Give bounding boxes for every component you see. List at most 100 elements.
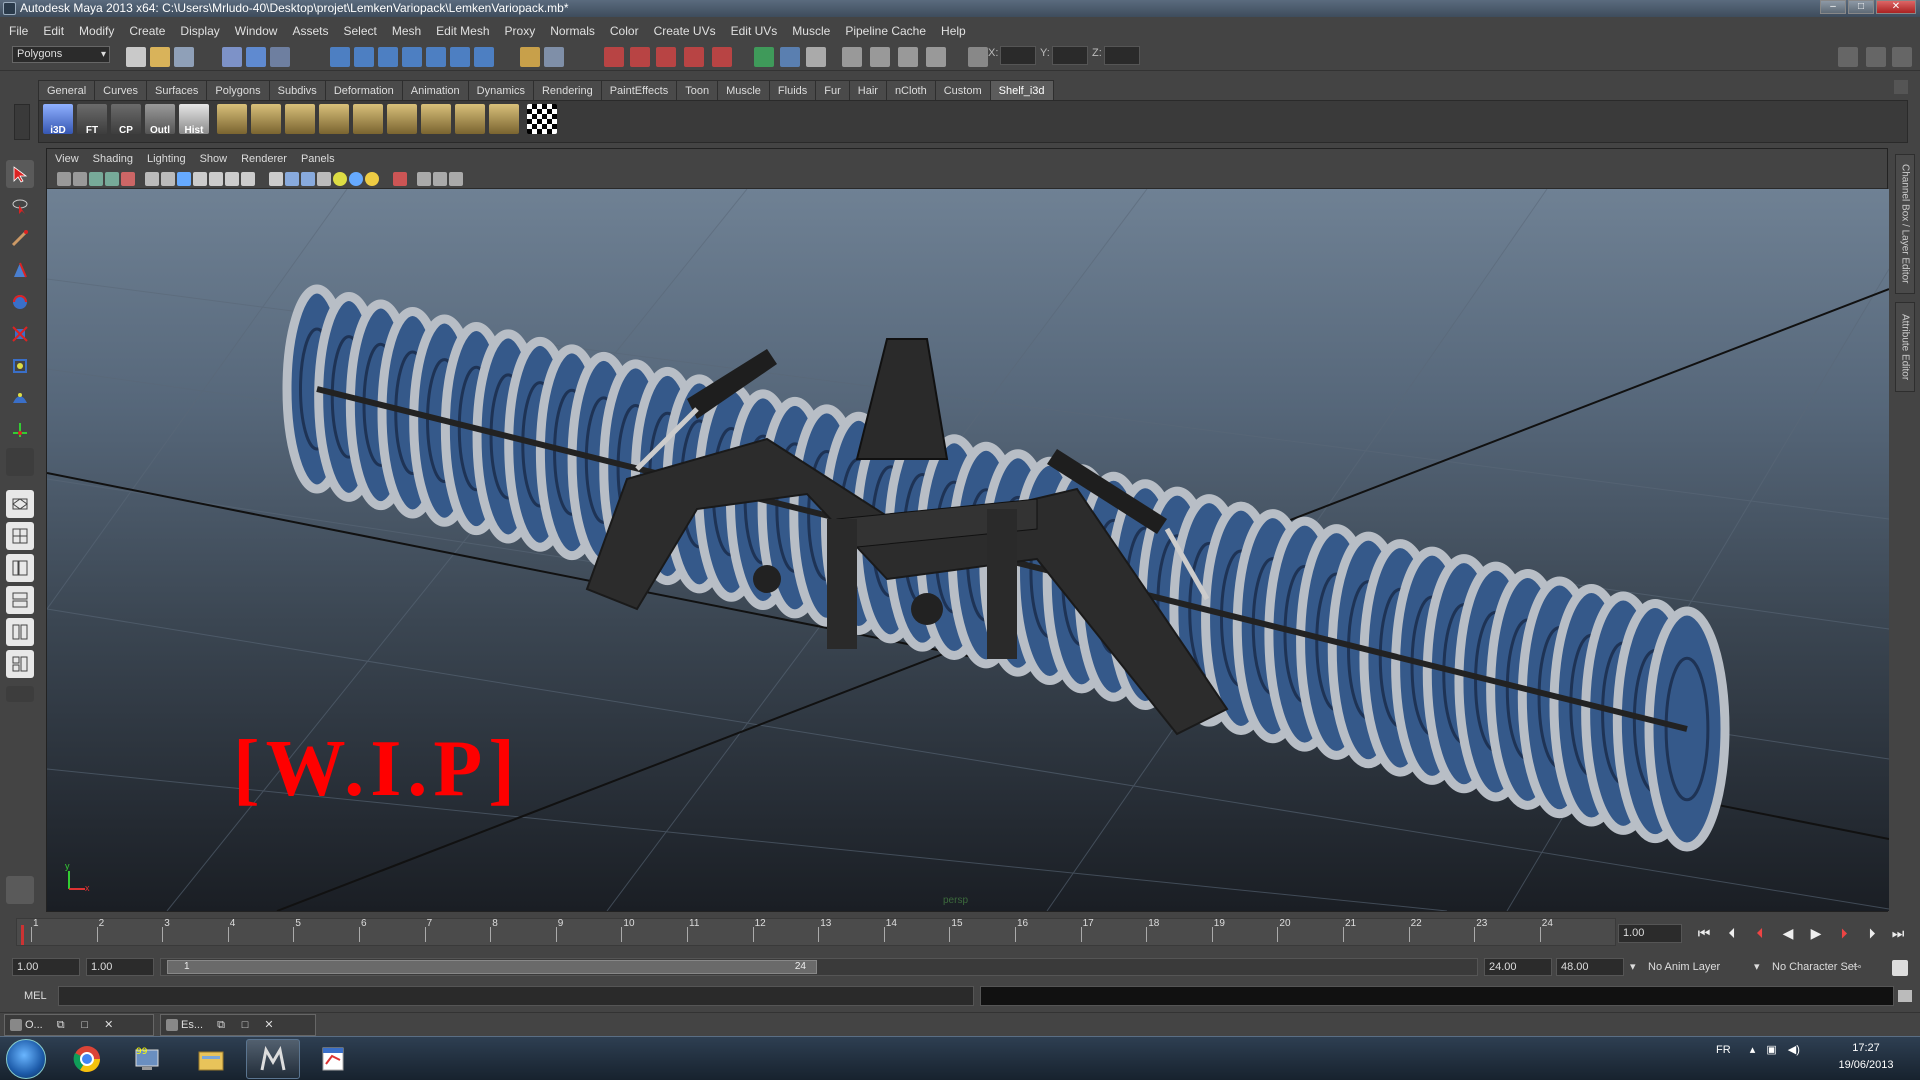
volume-icon[interactable]: ◀) — [1788, 1044, 1800, 1056]
panel-menu-renderer[interactable]: Renderer — [241, 153, 287, 165]
shelf-delete-history-icon[interactable]: Hist — [179, 104, 209, 136]
history-icon[interactable] — [544, 47, 564, 67]
panel-menu-show[interactable]: Show — [200, 153, 228, 165]
minimized-window-2[interactable]: Es... ⧉ □ ✕ — [160, 1014, 316, 1036]
step-forward-frame-icon[interactable]: ⏵ — [1860, 925, 1884, 942]
panel-menu-view[interactable]: View — [55, 153, 79, 165]
shelf-tab-toon[interactable]: Toon — [676, 80, 719, 100]
time-slider[interactable]: 1 2 3 4 5 6 7 8 9 10 11 12 13 14 15 16 17 18 19 20 21 22 23 24 — [16, 918, 1616, 946]
shelf-tab-animation[interactable]: Animation — [401, 80, 469, 100]
start-button-icon[interactable] — [6, 1039, 46, 1079]
attribute-editor-tab[interactable]: Attribute Editor — [1895, 302, 1915, 392]
menu-mesh[interactable]: Mesh — [392, 24, 421, 38]
panel-menu-lighting[interactable]: Lighting — [147, 153, 186, 165]
go-to-start-icon[interactable]: ⏮ — [1692, 925, 1716, 942]
shelf-tab-deformation[interactable]: Deformation — [324, 80, 403, 100]
menu-file[interactable]: File — [9, 24, 28, 38]
open-scene-icon[interactable] — [150, 47, 170, 67]
persp-outliner-graph-layout-icon[interactable] — [6, 650, 34, 678]
soft-mod-tool-icon[interactable] — [6, 384, 34, 412]
select-component-icon[interactable] — [270, 47, 290, 67]
spreadsheet-taskbar-icon[interactable] — [306, 1039, 360, 1079]
channel-box-tab[interactable]: Channel Box / Layer Editor — [1895, 154, 1915, 294]
scale-tool-icon[interactable] — [6, 320, 34, 348]
smooth-shade-icon[interactable] — [285, 172, 299, 186]
two-d-pan-zoom-icon[interactable] — [121, 172, 135, 186]
rotate-tool-icon[interactable] — [6, 288, 34, 316]
shelf-checker-icon[interactable] — [527, 104, 557, 134]
shelf-poly-helix-icon[interactable] — [455, 104, 485, 134]
resolution-gate-icon[interactable] — [177, 172, 191, 186]
command-input[interactable] — [58, 986, 974, 1006]
menu-set-dropdown[interactable]: Polygons — [12, 46, 110, 63]
snap-curve-icon[interactable] — [354, 47, 374, 67]
shelf-tab-polygons[interactable]: Polygons — [206, 80, 270, 100]
shelf-tab-dynamics[interactable]: Dynamics — [467, 80, 534, 100]
transform-field-icon[interactable] — [968, 47, 988, 67]
shelf-tab-rendering[interactable]: Rendering — [532, 80, 602, 100]
graph-editor-icon[interactable] — [926, 47, 946, 67]
film-gate-icon[interactable] — [161, 172, 175, 186]
shelf-tab-custom[interactable]: Custom — [934, 80, 991, 100]
menu-edit-mesh[interactable]: Edit Mesh — [436, 24, 489, 38]
mel-help-icon[interactable] — [6, 876, 34, 904]
network-icon[interactable]: ▣ — [1766, 1044, 1776, 1056]
step-back-key-icon[interactable]: ⏴ — [1748, 925, 1772, 942]
snap-surface-icon[interactable] — [426, 47, 446, 67]
outliner-icon[interactable] — [898, 47, 918, 67]
menu-assets[interactable]: Assets — [292, 24, 328, 38]
textured-icon[interactable] — [317, 172, 331, 186]
shelf-tab-subdivs[interactable]: Subdivs — [268, 80, 326, 100]
go-to-end-icon[interactable]: ⏭ — [1886, 925, 1910, 942]
single-pane-layout-icon[interactable] — [6, 490, 34, 518]
menu-proxy[interactable]: Proxy — [505, 24, 536, 38]
render-icon[interactable] — [604, 47, 624, 67]
menu-create-uvs[interactable]: Create UVs — [654, 24, 716, 38]
camera-attributes-icon[interactable] — [73, 172, 87, 186]
shelf-tab-curves[interactable]: Curves — [94, 80, 147, 100]
input-output-icon[interactable] — [520, 47, 540, 67]
shelf-tab-muscle[interactable]: Muscle — [717, 80, 770, 100]
universal-manipulator-icon[interactable] — [6, 352, 34, 380]
xray-components-icon[interactable] — [449, 172, 463, 186]
gate-mask-icon[interactable] — [193, 172, 207, 186]
perspective-viewport[interactable]: View Shading Lighting Show Renderer Pane… — [46, 148, 1889, 912]
play-backwards-icon[interactable]: ◀ — [1776, 925, 1800, 942]
render-settings-icon[interactable] — [656, 47, 676, 67]
select-hierarchy-icon[interactable] — [222, 47, 242, 67]
shelf-poly-cube-icon[interactable] — [251, 104, 281, 134]
restore-icon[interactable]: ⧉ — [215, 1015, 227, 1035]
ambient-occlusion-icon[interactable] — [365, 172, 379, 186]
x-field[interactable] — [1000, 46, 1036, 65]
range-slider-handle[interactable]: 1 24 — [167, 960, 817, 974]
shelf-tab-shelf-i3d[interactable]: Shelf_i3d — [989, 80, 1054, 100]
z-field[interactable] — [1104, 46, 1140, 65]
shelf-tab-fur[interactable]: Fur — [815, 80, 850, 100]
move-tool-icon[interactable] — [6, 256, 34, 284]
current-frame-field[interactable]: 1.00 — [1618, 924, 1682, 943]
wireframe-on-shaded-icon[interactable] — [301, 172, 315, 186]
time-cursor[interactable] — [21, 925, 24, 945]
restore-icon[interactable]: ⧉ — [55, 1015, 67, 1035]
shelf-poly-torus-icon[interactable] — [387, 104, 417, 134]
shelf-poly-cylinder-icon[interactable] — [319, 104, 349, 134]
shelf-tab-painteffects[interactable]: PaintEffects — [600, 80, 678, 100]
character-set-dropdown[interactable]: No Character Set — [1772, 958, 1857, 976]
snap-point-icon[interactable] — [378, 47, 398, 67]
shelf-outliner-icon[interactable]: Outl — [145, 104, 175, 136]
show-manipulator-icon[interactable] — [6, 416, 34, 444]
playback-start-field[interactable]: 1.00 — [86, 958, 154, 976]
taskbar-clock[interactable]: 17:27 19/06/2013 — [1826, 1040, 1906, 1074]
use-all-lights-icon[interactable] — [333, 172, 347, 186]
menu-select[interactable]: Select — [343, 24, 376, 38]
maximize-icon[interactable]: □ — [239, 1015, 251, 1035]
select-camera-icon[interactable] — [57, 172, 71, 186]
playback-end-field[interactable]: 24.00 — [1484, 958, 1552, 976]
menu-color[interactable]: Color — [610, 24, 639, 38]
close-icon[interactable]: ✕ — [103, 1015, 115, 1035]
language-indicator[interactable]: FR — [1716, 1044, 1731, 1056]
animation-end-field[interactable]: 48.00 — [1556, 958, 1624, 976]
step-back-frame-icon[interactable]: ⏴ — [1720, 925, 1744, 942]
script-editor-icon[interactable] — [1898, 990, 1912, 1002]
layout-more-icon[interactable] — [6, 686, 34, 702]
